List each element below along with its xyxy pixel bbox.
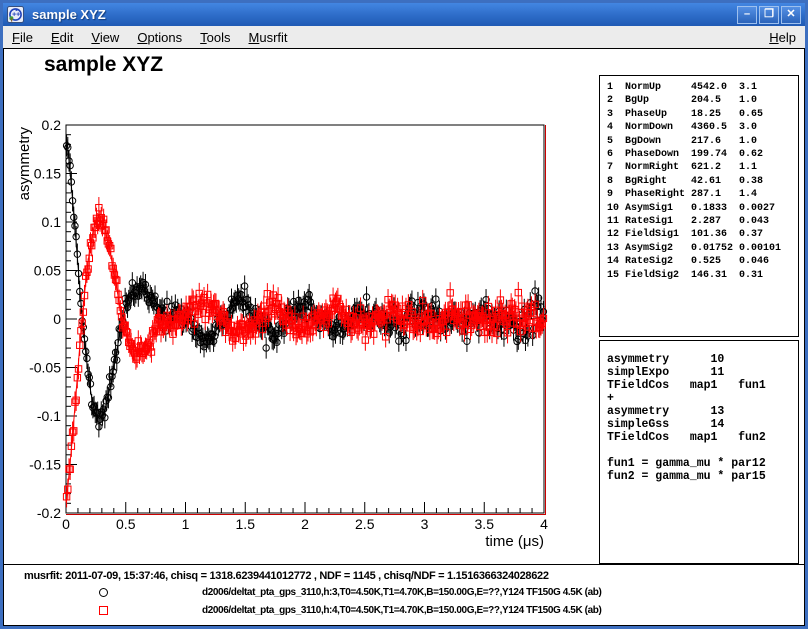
param-row: 8 BgRight 42.61 0.38 xyxy=(607,175,798,188)
window-title: sample XYZ xyxy=(32,7,737,22)
param-row: 13 AsymSig2 0.01752 0.00101 xyxy=(607,242,798,255)
param-row: 6 PhaseDown 199.74 0.62 xyxy=(607,148,798,161)
menu-bar: File Edit View Options Tools Musrfit Hel… xyxy=(3,26,805,48)
svg-text:0.2: 0.2 xyxy=(42,117,62,133)
svg-text:0: 0 xyxy=(53,311,61,327)
svg-text:4: 4 xyxy=(540,516,548,532)
menu-help[interactable]: Help xyxy=(760,28,805,47)
menu-file[interactable]: File xyxy=(3,28,42,47)
menu-tools[interactable]: Tools xyxy=(191,28,239,47)
menu-musrfit[interactable]: Musrfit xyxy=(240,28,297,47)
svg-text:2: 2 xyxy=(301,516,309,532)
svg-text:0.05: 0.05 xyxy=(34,263,61,279)
fit-statistics: musrfit: 2011-07-09, 15:37:46, chisq = 1… xyxy=(24,570,549,582)
close-icon[interactable]: ✕ xyxy=(781,6,801,24)
title-bar[interactable]: ++ sample XYZ – ❐ ✕ xyxy=(3,3,805,26)
fit-curve-1 xyxy=(66,134,544,418)
param-row: 12 FieldSig1 101.36 0.37 xyxy=(607,228,798,241)
square-marker-icon xyxy=(99,606,108,615)
svg-text:-0.2: -0.2 xyxy=(37,505,61,521)
x-axis-title: time (μs) xyxy=(485,533,544,550)
svg-text:3: 3 xyxy=(421,516,429,532)
param-row: 9 PhaseRight 287.1 1.4 xyxy=(607,188,798,201)
svg-text:0.1: 0.1 xyxy=(42,214,62,230)
param-row: 7 NormRight 621.2 1.1 xyxy=(607,161,798,174)
svg-text:3.5: 3.5 xyxy=(475,516,495,532)
svg-text:0.5: 0.5 xyxy=(116,516,136,532)
fit-curve-2 xyxy=(66,219,544,502)
legend-entry-2: d2006/deltat_pta_gps_3110,h:4,T0=4.50K,T… xyxy=(4,605,804,618)
svg-text:2.5: 2.5 xyxy=(355,516,375,532)
svg-text:++: ++ xyxy=(12,12,20,19)
param-row: 10 AsymSig1 0.1833 0.0027 xyxy=(607,202,798,215)
theory-block: asymmetry 10 simplExpo 11 TFieldCos map1… xyxy=(599,340,799,564)
svg-text:1: 1 xyxy=(182,516,190,532)
param-row: 14 RateSig2 0.525 0.046 xyxy=(607,255,798,268)
minimize-icon[interactable]: – xyxy=(737,6,757,24)
svg-text:0: 0 xyxy=(62,516,70,532)
theory-text: asymmetry 10 simplExpo 11 TFieldCos map1… xyxy=(607,353,798,483)
param-row: 11 RateSig1 2.287 0.043 xyxy=(607,215,798,228)
legend-label-2: d2006/deltat_pta_gps_3110,h:4,T0=4.50K,T… xyxy=(202,605,601,616)
app-window: ++ sample XYZ – ❐ ✕ File Edit View Optio… xyxy=(0,0,808,629)
svg-text:1.5: 1.5 xyxy=(236,516,256,532)
param-row: 3 PhaseUp 18.25 0.65 xyxy=(607,108,798,121)
menu-edit[interactable]: Edit xyxy=(42,28,82,47)
param-row: 4 NormDown 4360.5 3.0 xyxy=(607,121,798,134)
menu-options[interactable]: Options xyxy=(128,28,191,47)
maximize-icon[interactable]: ❐ xyxy=(759,6,779,24)
param-row: 5 BgDown 217.6 1.0 xyxy=(607,135,798,148)
legend-entry-1: d2006/deltat_pta_gps_3110,h:3,T0=4.50K,T… xyxy=(4,587,804,600)
svg-text:0.15: 0.15 xyxy=(34,166,61,182)
svg-text:-0.15: -0.15 xyxy=(29,457,61,473)
param-row: 15 FieldSig2 146.31 0.31 xyxy=(607,269,798,282)
circle-marker-icon xyxy=(99,588,108,597)
root-app-icon: ++ xyxy=(7,6,24,23)
param-row: 1 NormUp 4542.0 3.1 xyxy=(607,81,798,94)
legend-label-1: d2006/deltat_pta_gps_3110,h:3,T0=4.50K,T… xyxy=(202,587,601,598)
menu-view[interactable]: View xyxy=(82,28,128,47)
root-canvas: sample XYZ time (μs) asymmetry 00.511.52… xyxy=(3,48,805,626)
svg-text:-0.1: -0.1 xyxy=(37,408,61,424)
param-row: 2 BgUp 204.5 1.0 xyxy=(607,94,798,107)
footer-divider xyxy=(4,564,804,565)
parameter-table: 1 NormUp 4542.0 3.12 BgUp 204.5 1.03 Pha… xyxy=(599,75,799,337)
svg-text:-0.05: -0.05 xyxy=(29,360,61,376)
y-axis-title: asymmetry xyxy=(16,127,33,201)
